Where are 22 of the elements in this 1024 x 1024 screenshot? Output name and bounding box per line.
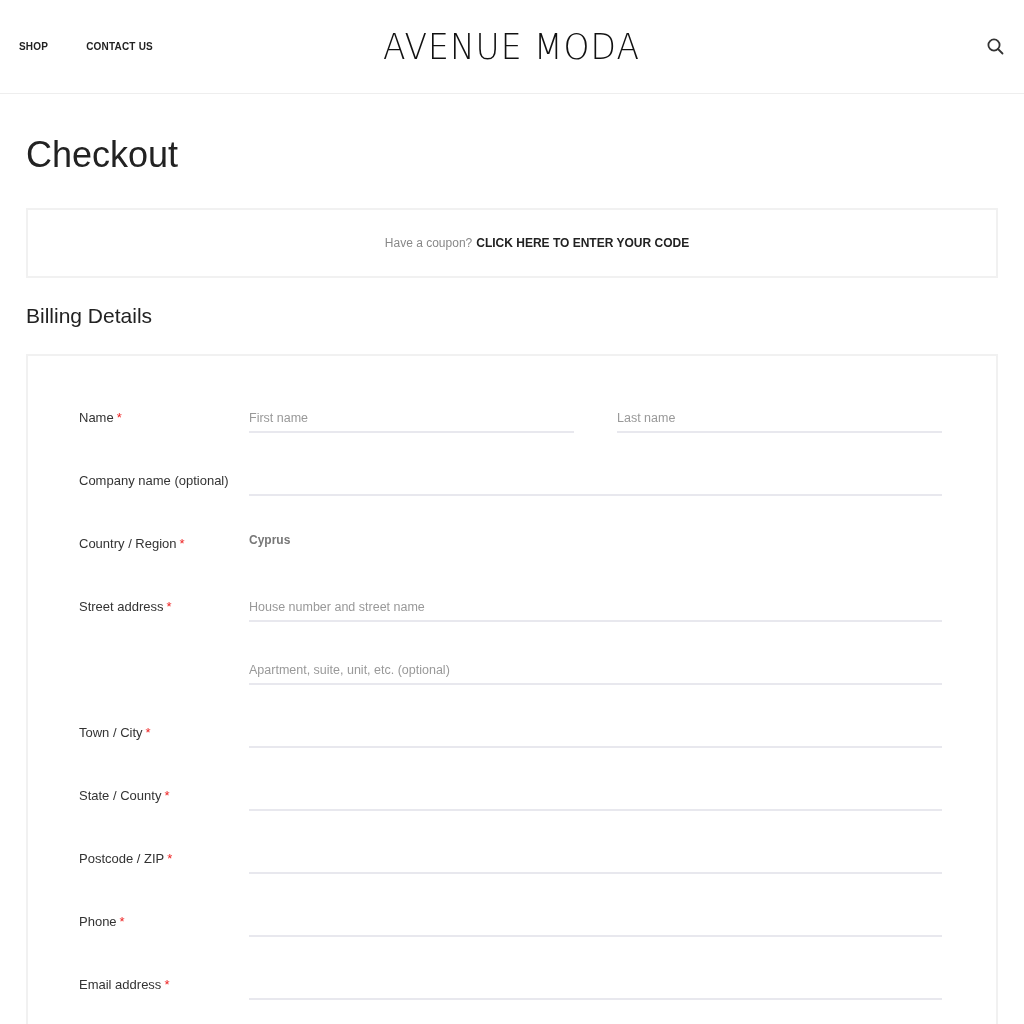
field-label: State / County * [79, 788, 171, 803]
coupon-link[interactable]: CLICK HERE TO ENTER YOUR CODE [476, 236, 690, 250]
logo[interactable]: AVENUE MODA [383, 25, 640, 68]
nav-link[interactable]: CONTACT US [86, 41, 153, 52]
field-label: Street address * [79, 599, 173, 614]
search-icon[interactable] [987, 38, 1004, 55]
nav-link[interactable]: SHOP [19, 41, 49, 52]
section-title: Billing Details [26, 304, 154, 328]
coupon-prompt: Have a coupon? [384, 236, 473, 250]
field-label: Name * [79, 410, 123, 425]
field-label: Phone * [79, 914, 126, 929]
text-field[interactable]: House number and street name [249, 591, 942, 622]
country-value: Cyprus [249, 532, 292, 547]
text-field[interactable]: First name [249, 402, 574, 433]
field-label: Country / Region * [79, 536, 186, 551]
field-label: Company name (optional) [79, 473, 230, 488]
field-label: Town / City * [79, 725, 152, 740]
field-label: Email address * [79, 977, 171, 992]
field-label: Postcode / ZIP * [79, 851, 174, 866]
text-field[interactable]: Last name [617, 402, 942, 433]
text-field[interactable]: Apartment, suite, unit, etc. (optional) [249, 654, 942, 685]
page-title: Checkout [26, 134, 180, 176]
